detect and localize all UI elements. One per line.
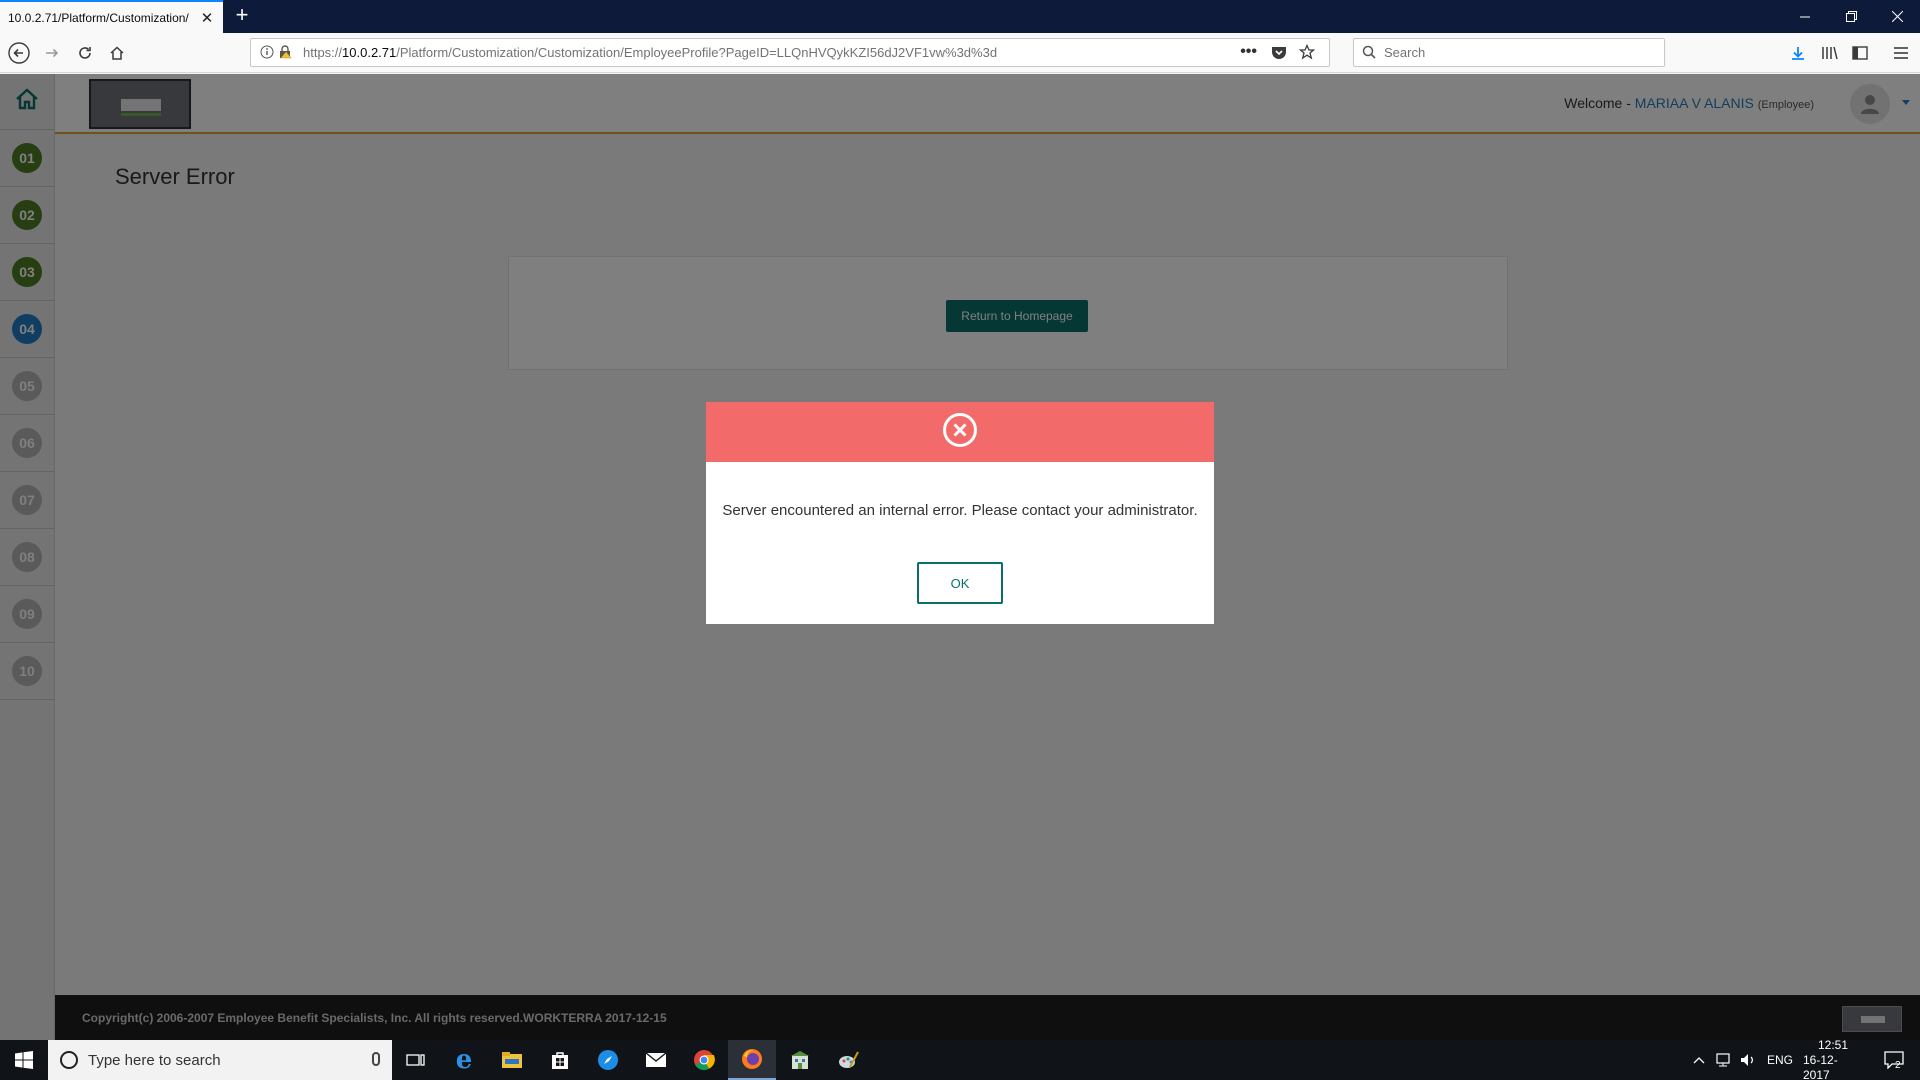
browser-toolbar: https://10.0.2.71/Platform/Customization… (0, 33, 1920, 73)
modal-overlay: Server encountered an internal error. Pl… (0, 74, 1920, 1040)
microphone-icon[interactable] (372, 1052, 380, 1066)
clock-time: 12:51 (1817, 1037, 1849, 1052)
url-text: https://10.0.2.71/Platform/Customization… (303, 45, 998, 60)
volume-icon[interactable] (1740, 1040, 1756, 1080)
tab-close-icon[interactable]: ✕ (199, 10, 215, 27)
taskbar-search-input[interactable]: Type here to search (48, 1040, 392, 1080)
page-actions-icon[interactable]: ••• (1240, 43, 1257, 61)
action-center-icon[interactable]: 2 (1880, 1040, 1908, 1080)
language-indicator[interactable]: ENG (1767, 1040, 1793, 1080)
tab-title: 10.0.2.71/Platform/Customization/ (8, 10, 189, 25)
home-icon[interactable] (103, 39, 131, 67)
error-dialog: Server encountered an internal error. Pl… (706, 402, 1214, 624)
minimize-icon[interactable] (1782, 0, 1828, 33)
pocket-icon[interactable] (1271, 45, 1287, 63)
search-bar[interactable]: Search (1353, 38, 1665, 67)
show-hidden-icons-icon[interactable] (1693, 1040, 1705, 1080)
task-view-icon[interactable] (392, 1040, 440, 1080)
library-icon[interactable] (1816, 39, 1844, 67)
restore-icon[interactable] (1828, 0, 1874, 33)
taskbar: Type here to search e ENG 12:51 16-12-20… (0, 1037, 1920, 1080)
site-info-icon[interactable] (260, 45, 274, 62)
search-placeholder: Search (1384, 45, 1426, 60)
windows-start-icon[interactable] (0, 1040, 48, 1080)
app-building-icon[interactable] (776, 1040, 824, 1080)
clock[interactable]: 12:51 16-12-2017 (1803, 1037, 1863, 1080)
search-icon (1362, 45, 1376, 62)
safari-compass-icon[interactable] (584, 1040, 632, 1080)
mail-icon[interactable] (632, 1040, 680, 1080)
browser-titlebar: 10.0.2.71/Platform/Customization/ ✕ + (0, 0, 1920, 33)
url-bar[interactable]: https://10.0.2.71/Platform/Customization… (250, 38, 1330, 67)
cortana-icon (60, 1051, 78, 1069)
error-x-icon (942, 412, 978, 453)
notification-count: 2 (1895, 1060, 1901, 1071)
menu-icon[interactable] (1887, 39, 1915, 67)
insecure-lock-icon[interactable] (278, 45, 292, 62)
network-icon[interactable] (1716, 1040, 1734, 1080)
ok-button[interactable]: OK (917, 562, 1003, 604)
firefox-icon[interactable] (728, 1040, 776, 1080)
error-message: Server encountered an internal error. Pl… (722, 502, 1198, 519)
back-icon[interactable] (5, 39, 33, 67)
store-icon[interactable] (536, 1040, 584, 1080)
file-explorer-icon[interactable] (488, 1040, 536, 1080)
reload-icon[interactable] (71, 39, 99, 67)
browser-tab[interactable]: 10.0.2.71/Platform/Customization/ ✕ (0, 0, 223, 33)
clock-date: 16-12-2017 (1803, 1052, 1838, 1080)
bookmark-star-icon[interactable] (1298, 43, 1316, 63)
downloads-icon[interactable] (1784, 39, 1812, 67)
error-dialog-header (706, 402, 1214, 462)
edge-icon[interactable]: e (440, 1040, 488, 1080)
close-window-icon[interactable] (1874, 0, 1920, 33)
chrome-icon[interactable] (680, 1040, 728, 1080)
new-tab-icon[interactable]: + (230, 4, 254, 28)
paint-icon[interactable] (824, 1040, 872, 1080)
forward-icon[interactable] (38, 39, 66, 67)
sidebar-toggle-icon[interactable] (1846, 39, 1874, 67)
